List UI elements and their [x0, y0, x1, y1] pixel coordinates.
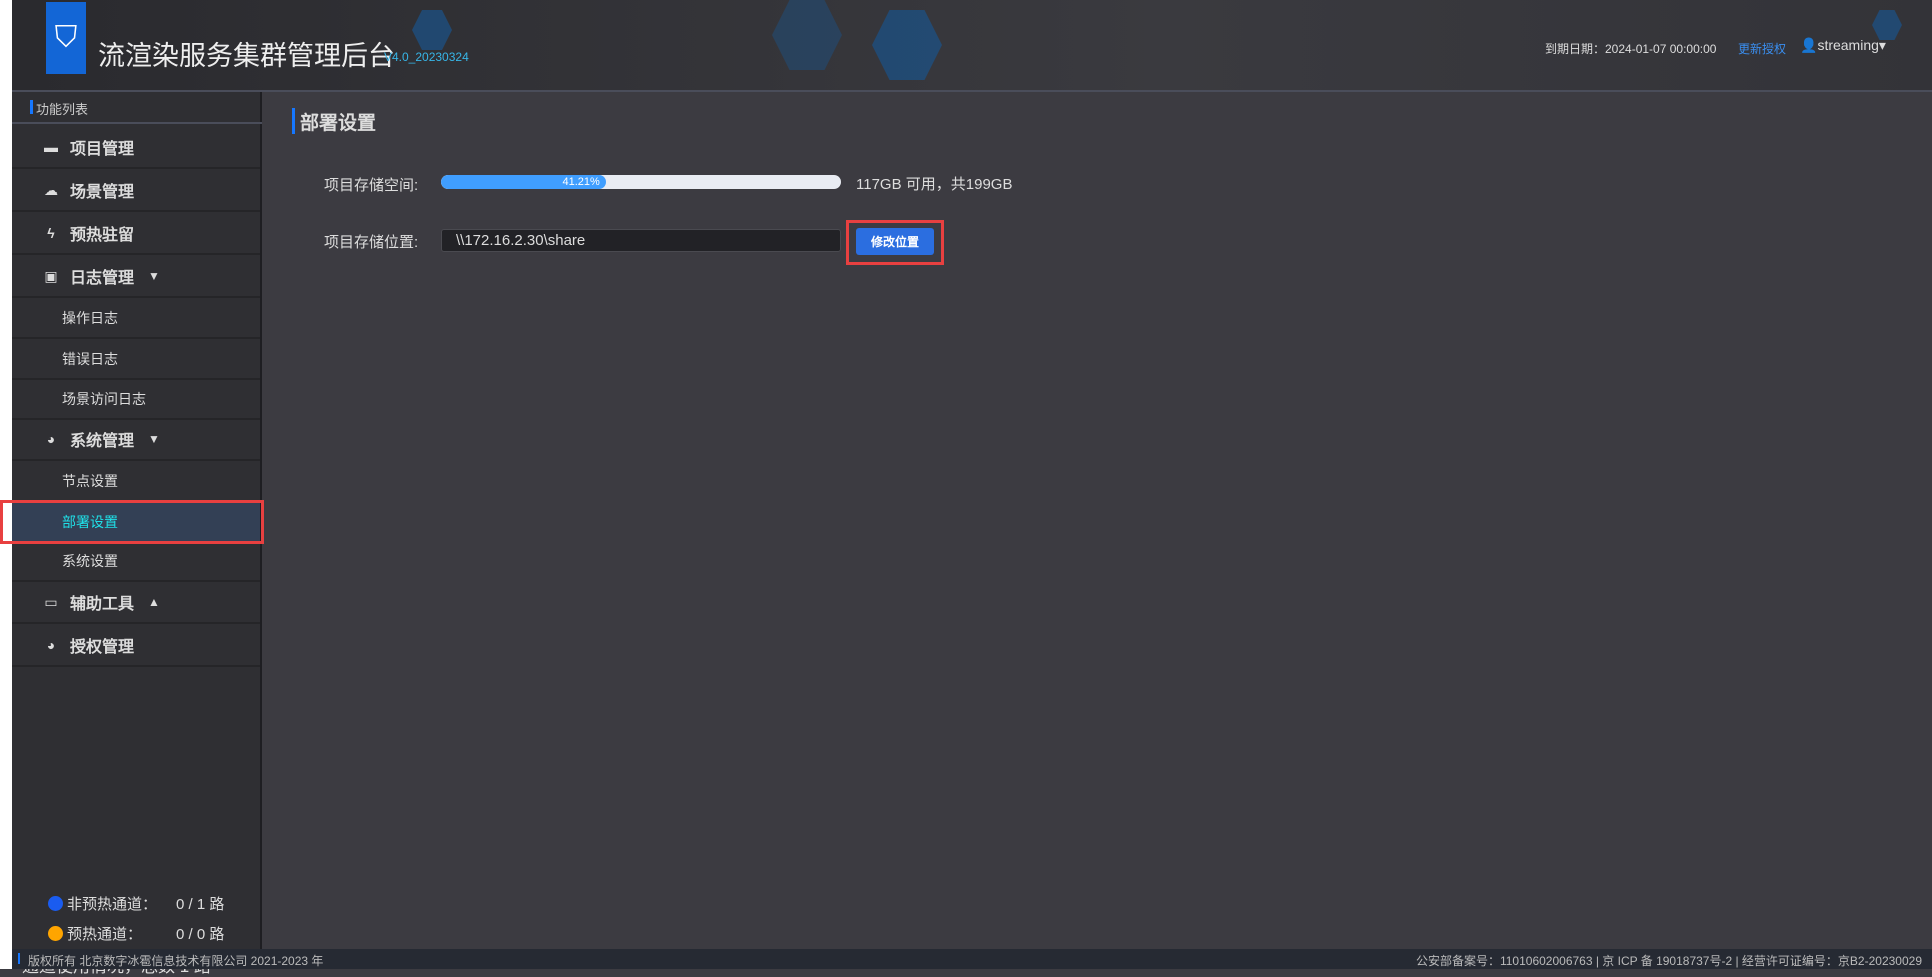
channel-label: 非预热通道： [67, 896, 158, 913]
channel-label: 预热通道： [67, 926, 143, 943]
gauge-icon: ◕ [46, 637, 56, 653]
sidebar-item-scene-access-log[interactable]: 场景访问日志 [12, 380, 260, 420]
label: 辅助工具 [70, 596, 135, 613]
storage-progress-bar: 41.21% [441, 175, 841, 189]
username: streaming [1817, 37, 1879, 53]
label: 授权管理 [70, 639, 135, 656]
sidebar-item-logs[interactable]: ▣ 日志管理 ▼ [12, 256, 260, 298]
sidebar-item-scene[interactable]: ☁ 场景管理 [12, 170, 260, 212]
log-icon: ▣ [44, 267, 58, 284]
caret-down-icon: ▼ [148, 432, 160, 446]
caret-up-icon: ▲ [148, 595, 160, 609]
decor-hex [412, 10, 452, 50]
sidebar-item-system[interactable]: ◕ 系统管理 ▼ [12, 419, 260, 461]
sidebar-item-error-log[interactable]: 错误日志 [12, 340, 260, 380]
app-title: 流渲染服务集群管理后台 [98, 41, 395, 71]
sidebar-item-preheat[interactable]: ϟ 预热驻留 [12, 213, 260, 255]
label: 场景管理 [70, 184, 135, 201]
storage-space-label: 项目存储空间: [324, 177, 419, 194]
app-version: V4.0_20230324 [384, 50, 469, 64]
sidebar-heading: 功能列表 [12, 92, 262, 124]
caret-down-icon: ▾ [1878, 37, 1886, 53]
caret-down-icon: ▼ [148, 269, 160, 283]
storage-location-label: 项目存储位置: [324, 234, 419, 251]
label: 预热驻留 [70, 227, 135, 244]
decor-hex [872, 10, 942, 80]
storage-capacity: 117GB 可用，共199GB [856, 176, 1013, 193]
channel-value: 0 / 0 路 [176, 926, 225, 943]
logo-icon: ⛉ [46, 2, 86, 74]
bolt-icon: ϟ [47, 225, 55, 241]
sidebar-item-system-settings[interactable]: 系统设置 [12, 542, 260, 582]
channel-value: 0 / 1 路 [176, 896, 225, 913]
drive-icon: ▭ [44, 593, 58, 610]
renew-license-link[interactable]: 更新授权 [1738, 40, 1786, 57]
highlight-box [846, 220, 944, 265]
decor-hex [772, 0, 842, 70]
progress-fill: 41.21% [441, 175, 606, 189]
user-menu[interactable]: 👤streaming▾ [1800, 37, 1886, 54]
copyright: 版权所有 北京数字冰雹信息技术有限公司 2021-2023 年 [17, 953, 324, 968]
orange-dot-icon [48, 926, 63, 941]
channel-non-preheat: 非预热通道： 0 / 1 路 [48, 893, 224, 914]
sidebar-item-license[interactable]: ◕ 授权管理 [12, 625, 260, 667]
storage-location-input[interactable] [441, 229, 841, 252]
cloud-play-icon: ☁ [44, 181, 58, 198]
channel-preheat: 预热通道： 0 / 0 路 [48, 923, 224, 944]
left-strip [0, 0, 12, 969]
folder-icon: ▬ [44, 139, 58, 155]
expire-date: 到期日期：2024-01-07 00:00:00 [1545, 42, 1717, 56]
label: 系统管理 [70, 433, 135, 450]
gauge-icon: ◕ [46, 431, 56, 447]
page-title: 部署设置 [292, 108, 376, 135]
sidebar-item-project[interactable]: ▬ 项目管理 [12, 127, 260, 169]
sidebar-item-node-settings[interactable]: 节点设置 [12, 462, 260, 502]
footer: 版权所有 北京数字冰雹信息技术有限公司 2021-2023 年 公安部备案号：1… [12, 949, 1932, 969]
sidebar-item-operation-log[interactable]: 操作日志 [12, 299, 260, 339]
highlight-box [0, 500, 264, 544]
user-icon: 👤 [1800, 37, 1818, 53]
sidebar-item-tools[interactable]: ▭ 辅助工具 ▲ [12, 582, 260, 624]
decor-hex [1872, 10, 1902, 40]
label: 日志管理 [70, 270, 135, 287]
icp-info: 公安部备案号：11010602006763 | 京 ICP 备 19018737… [1415, 954, 1922, 968]
label: 项目管理 [70, 141, 135, 158]
blue-dot-icon [48, 896, 63, 911]
